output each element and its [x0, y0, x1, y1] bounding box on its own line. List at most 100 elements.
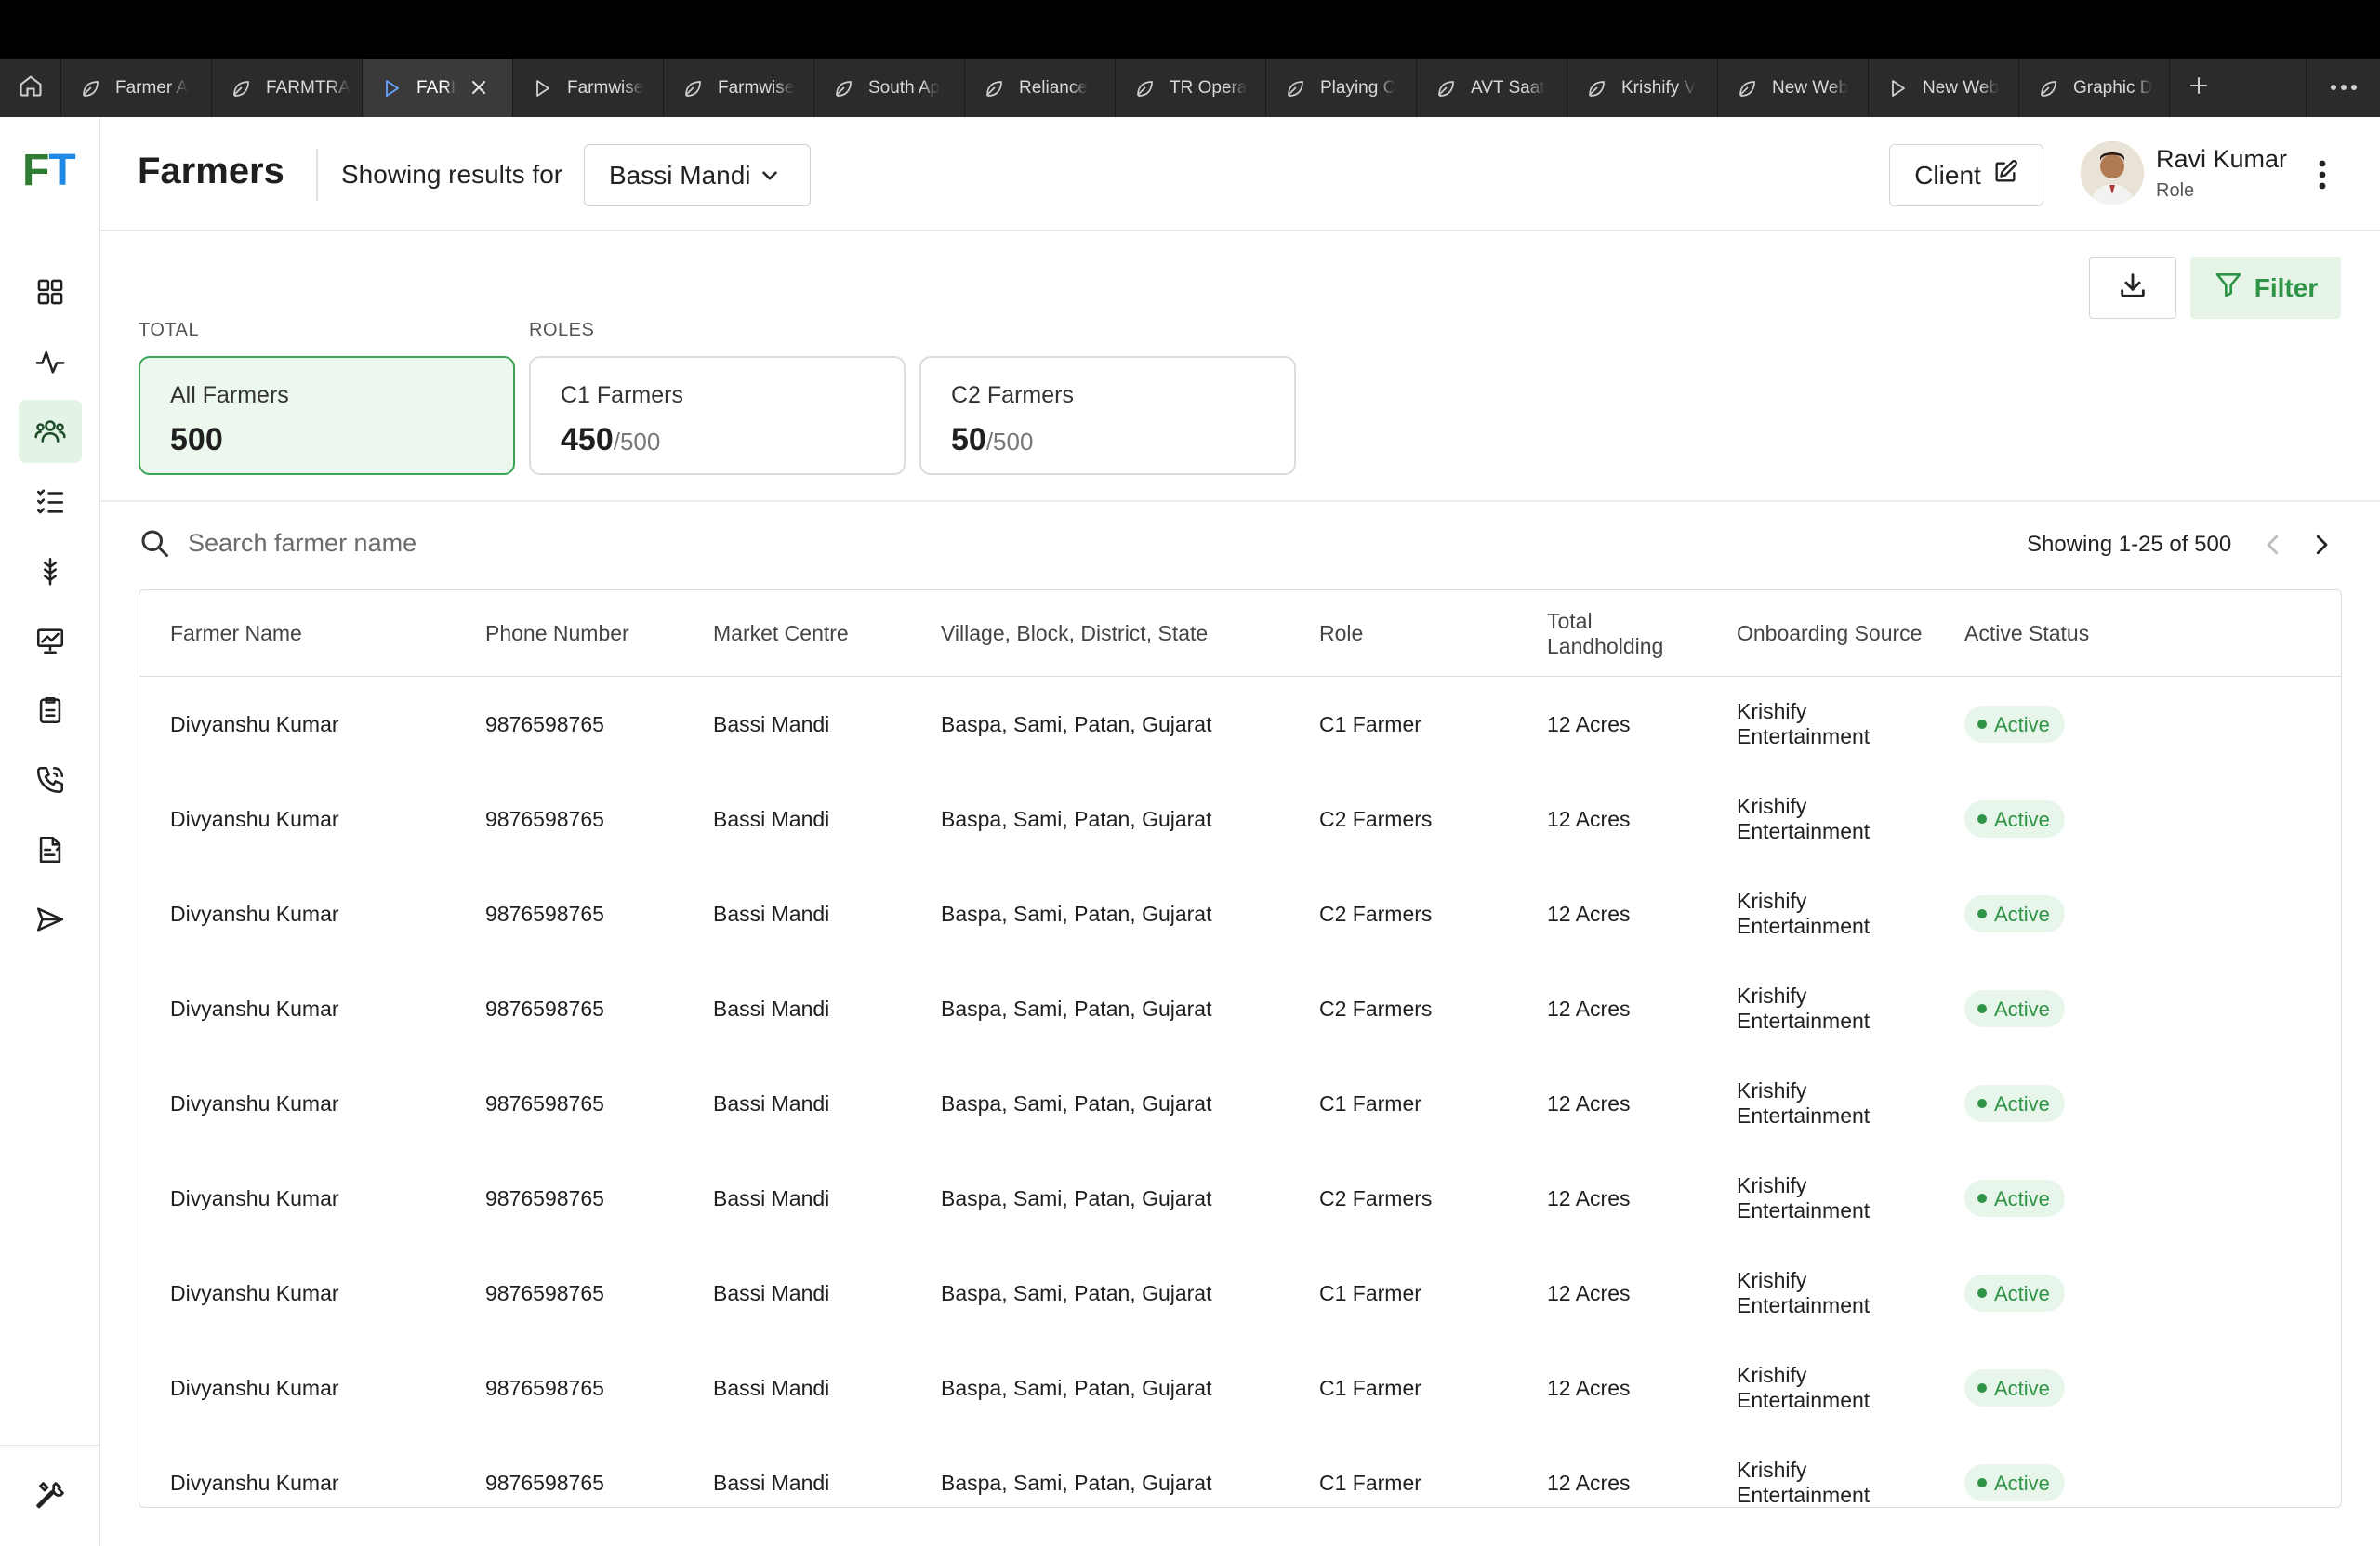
- table-cell: Divyanshu Kumar: [170, 1280, 339, 1305]
- stat-value: 500: [170, 422, 223, 457]
- column-header[interactable]: Market Centre: [713, 590, 849, 677]
- leaf-icon: [1132, 76, 1157, 100]
- table-row[interactable]: Divyanshu Kumar 9876598765 Bassi Mandi Basp…: [139, 1151, 2341, 1246]
- filter-icon: [2214, 270, 2243, 306]
- status-badge: Active: [1964, 1464, 2065, 1501]
- table-cell: Krishify Entertainment: [1737, 1173, 1871, 1222]
- browser-tab[interactable]: AVT Saat: [1417, 59, 1567, 117]
- column-header[interactable]: Phone Number: [485, 590, 629, 677]
- table-cell: Divyanshu Kumar: [170, 711, 339, 736]
- search-input[interactable]: [188, 524, 839, 562]
- table-cell: Baspa, Sami, Patan, Gujarat: [941, 996, 1212, 1021]
- dashboard-icon[interactable]: [19, 260, 82, 324]
- status-dot-icon: [1977, 814, 1987, 824]
- stat-value: 50: [951, 422, 986, 457]
- stat-card-c1-farmers[interactable]: C1 Farmers 450/500: [529, 356, 906, 475]
- status-dot-icon: [1977, 1383, 1987, 1393]
- stat-card-c2-farmers[interactable]: C2 Farmers 50/500: [919, 356, 1296, 475]
- table-row[interactable]: Divyanshu Kumar 9876598765 Bassi Mandi Basp…: [139, 866, 2341, 961]
- table-cell: Bassi Mandi: [713, 901, 830, 926]
- presentation-icon[interactable]: [19, 609, 82, 672]
- stat-total: /500: [613, 428, 661, 456]
- table-cell: Baspa, Sami, Patan, Gujarat: [941, 1280, 1212, 1305]
- tools-icon[interactable]: [19, 1464, 82, 1527]
- activity-icon[interactable]: [19, 330, 82, 393]
- stat-card-all-farmers[interactable]: All Farmers 500: [139, 356, 515, 475]
- browser-tab-label: Reliance: [1019, 77, 1088, 98]
- column-header[interactable]: Farmer Name: [170, 590, 302, 677]
- leaf-icon: [1434, 76, 1458, 100]
- status-cell: Active: [1964, 1341, 2065, 1435]
- table-cell: 12 Acres: [1547, 711, 1631, 736]
- browser-tab[interactable]: Graphic D: [2019, 59, 2170, 117]
- table-row[interactable]: Divyanshu Kumar 9876598765 Bassi Mandi Basp…: [139, 677, 2341, 772]
- browser-tab[interactable]: Farmwise: [664, 59, 814, 117]
- chevron-right-icon[interactable]: [2307, 528, 2335, 562]
- filter-button[interactable]: Filter: [2190, 257, 2341, 319]
- status-dot-icon: [1977, 1004, 1987, 1013]
- table-row[interactable]: Divyanshu Kumar 9876598765 Bassi Mandi Basp…: [139, 772, 2341, 866]
- app-logo[interactable]: FT: [22, 145, 76, 196]
- status-dot-icon: [1977, 1194, 1987, 1203]
- filter-label: Filter: [2254, 272, 2319, 302]
- browser-tab[interactable]: Playing C: [1266, 59, 1417, 117]
- sidebar: FT: [0, 117, 100, 1546]
- table-cell: C2 Farmers: [1319, 901, 1433, 926]
- total-section-label: TOTAL: [139, 320, 200, 340]
- table-row[interactable]: Divyanshu Kumar 9876598765 Bassi Mandi Basp…: [139, 1246, 2341, 1341]
- clipboard-icon[interactable]: [19, 679, 82, 742]
- column-header[interactable]: Village, Block, District, State: [941, 590, 1208, 677]
- table-row[interactable]: Divyanshu Kumar 9876598765 Bassi Mandi Basp…: [139, 1435, 2341, 1507]
- table-row[interactable]: Divyanshu Kumar 9876598765 Bassi Mandi Basp…: [139, 961, 2341, 1056]
- user-name: Ravi Kumar: [2156, 145, 2288, 173]
- column-header[interactable]: Total Landholding: [1547, 590, 1677, 677]
- table-cell: Bassi Mandi: [713, 996, 830, 1021]
- logo-letter-f: F: [22, 146, 49, 195]
- status-cell: Active: [1964, 677, 2065, 772]
- browser-tab[interactable]: Krishify V: [1567, 59, 1718, 117]
- table-cell: C1 Farmer: [1319, 1375, 1421, 1400]
- column-header[interactable]: Role: [1319, 590, 1363, 677]
- client-button[interactable]: Client: [1889, 144, 2043, 206]
- browser-tab[interactable]: FARMTRA: [212, 59, 363, 117]
- browser-tab[interactable]: South Ap: [814, 59, 965, 117]
- user-avatar[interactable]: [2081, 141, 2144, 205]
- edit-icon: [1992, 159, 2018, 192]
- crop-icon[interactable]: [19, 539, 82, 602]
- home-tab-button[interactable]: [0, 59, 61, 117]
- browser-tab[interactable]: Reliance: [965, 59, 1116, 117]
- column-header[interactable]: Active Status: [1964, 590, 2089, 677]
- table-cell: 12 Acres: [1547, 1375, 1631, 1400]
- close-icon[interactable]: [468, 76, 490, 99]
- more-options-icon[interactable]: [2311, 154, 2334, 195]
- browser-tab-label: AVT Saat: [1471, 77, 1545, 98]
- browser-tab-label: Farmwise: [718, 77, 795, 98]
- browser-tab[interactable]: New Web: [1869, 59, 2019, 117]
- status-badge: Active: [1964, 895, 2065, 932]
- phone-icon[interactable]: [19, 748, 82, 812]
- farmers-icon[interactable]: [19, 400, 82, 463]
- tasks-icon[interactable]: [19, 469, 82, 533]
- table-cell: 9876598765: [485, 1470, 604, 1495]
- browser-tab[interactable]: Farmer A: [61, 59, 212, 117]
- new-tab-button[interactable]: [2170, 59, 2228, 117]
- table-row[interactable]: Divyanshu Kumar 9876598765 Bassi Mandi Basp…: [139, 1056, 2341, 1151]
- tab-overflow-button[interactable]: [2306, 59, 2380, 117]
- browser-tab[interactable]: FARI: [363, 59, 513, 117]
- browser-tab[interactable]: TR Opera: [1116, 59, 1266, 117]
- browser-tab[interactable]: Farmwise: [513, 59, 664, 117]
- column-header[interactable]: Onboarding Source: [1737, 590, 1922, 677]
- plus-icon: [2188, 74, 2210, 101]
- table-row[interactable]: Divyanshu Kumar 9876598765 Bassi Mandi Basp…: [139, 1341, 2341, 1435]
- chevron-left-icon[interactable]: [2259, 528, 2287, 562]
- market-centre-select[interactable]: Bassi Mandi: [584, 144, 811, 206]
- send-icon[interactable]: [19, 888, 82, 951]
- download-button[interactable]: [2089, 257, 2176, 319]
- reports-icon[interactable]: [19, 818, 82, 881]
- status-label: Active: [1994, 1471, 2050, 1495]
- status-dot-icon: [1977, 1478, 1987, 1487]
- browser-tab-label: New Web: [1923, 77, 2000, 98]
- play-icon: [1885, 76, 1910, 100]
- table-cell: C2 Farmers: [1319, 806, 1433, 831]
- browser-tab[interactable]: New Web: [1718, 59, 1869, 117]
